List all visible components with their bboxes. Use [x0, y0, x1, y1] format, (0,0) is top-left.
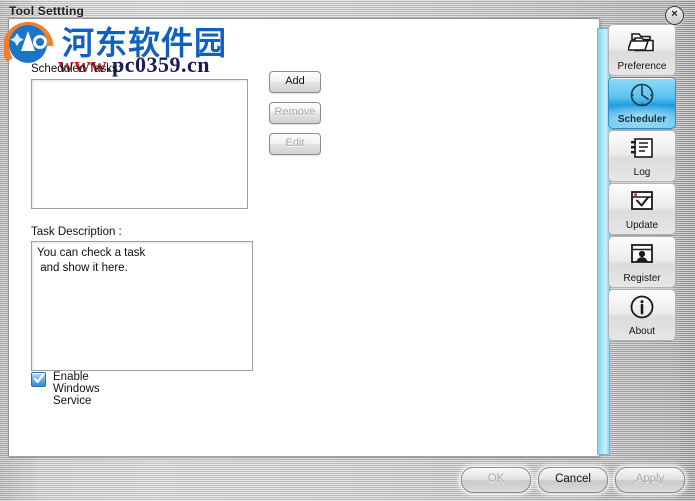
sidebar-item-scheduler[interactable]: Scheduler: [608, 77, 676, 129]
enable-windows-service-label: Enable Windows Service: [53, 371, 100, 407]
tool-setting-window: Tool Settting × Scheduled Tasks: Add Rem…: [0, 0, 695, 501]
user-card-icon: [609, 240, 675, 268]
scheduled-tasks-listbox[interactable]: [31, 79, 248, 209]
edit-button[interactable]: Edit: [269, 133, 321, 155]
sidebar-item-update[interactable]: Update: [608, 183, 676, 235]
window-title: Tool Settting: [9, 4, 85, 18]
window-check-icon: [609, 187, 675, 215]
sidebar-item-label: Scheduler: [617, 114, 667, 125]
task-description-textarea[interactable]: You can check a task and show it here.: [31, 241, 253, 371]
close-icon[interactable]: ×: [665, 6, 684, 25]
apply-button[interactable]: Apply: [615, 467, 685, 493]
scheduled-tasks-label: Scheduled Tasks:: [31, 63, 121, 75]
sidebar-item-register[interactable]: Register: [608, 236, 676, 288]
sidebar-item-label: About: [628, 326, 656, 337]
enable-windows-service-checkbox[interactable]: [31, 372, 46, 387]
cancel-button[interactable]: Cancel: [538, 467, 608, 493]
sidebar-item-label: Preference: [617, 61, 667, 72]
sidebar-item-log[interactable]: Log: [608, 130, 676, 182]
task-description-label: Task Description :: [31, 226, 122, 238]
folder-stack-icon: [609, 28, 675, 56]
remove-button[interactable]: Remove: [269, 102, 321, 124]
sidebar-item-preference[interactable]: Preference: [608, 24, 676, 76]
clock-icon: [609, 81, 675, 109]
check-icon: [33, 373, 45, 384]
notebook-icon: [609, 134, 675, 162]
info-icon: [609, 293, 675, 321]
sidebar-item-label: Update: [625, 220, 659, 231]
sidebar: Preference Scheduler Log Update Register…: [608, 24, 676, 342]
ok-button[interactable]: OK: [461, 467, 531, 493]
sidebar-item-label: Log: [633, 167, 651, 178]
sidebar-item-label: Register: [623, 273, 661, 284]
add-button[interactable]: Add: [269, 71, 321, 93]
sidebar-item-about[interactable]: About: [608, 289, 676, 341]
content-panel: Scheduled Tasks: Add Remove Edit Task De…: [8, 18, 600, 457]
